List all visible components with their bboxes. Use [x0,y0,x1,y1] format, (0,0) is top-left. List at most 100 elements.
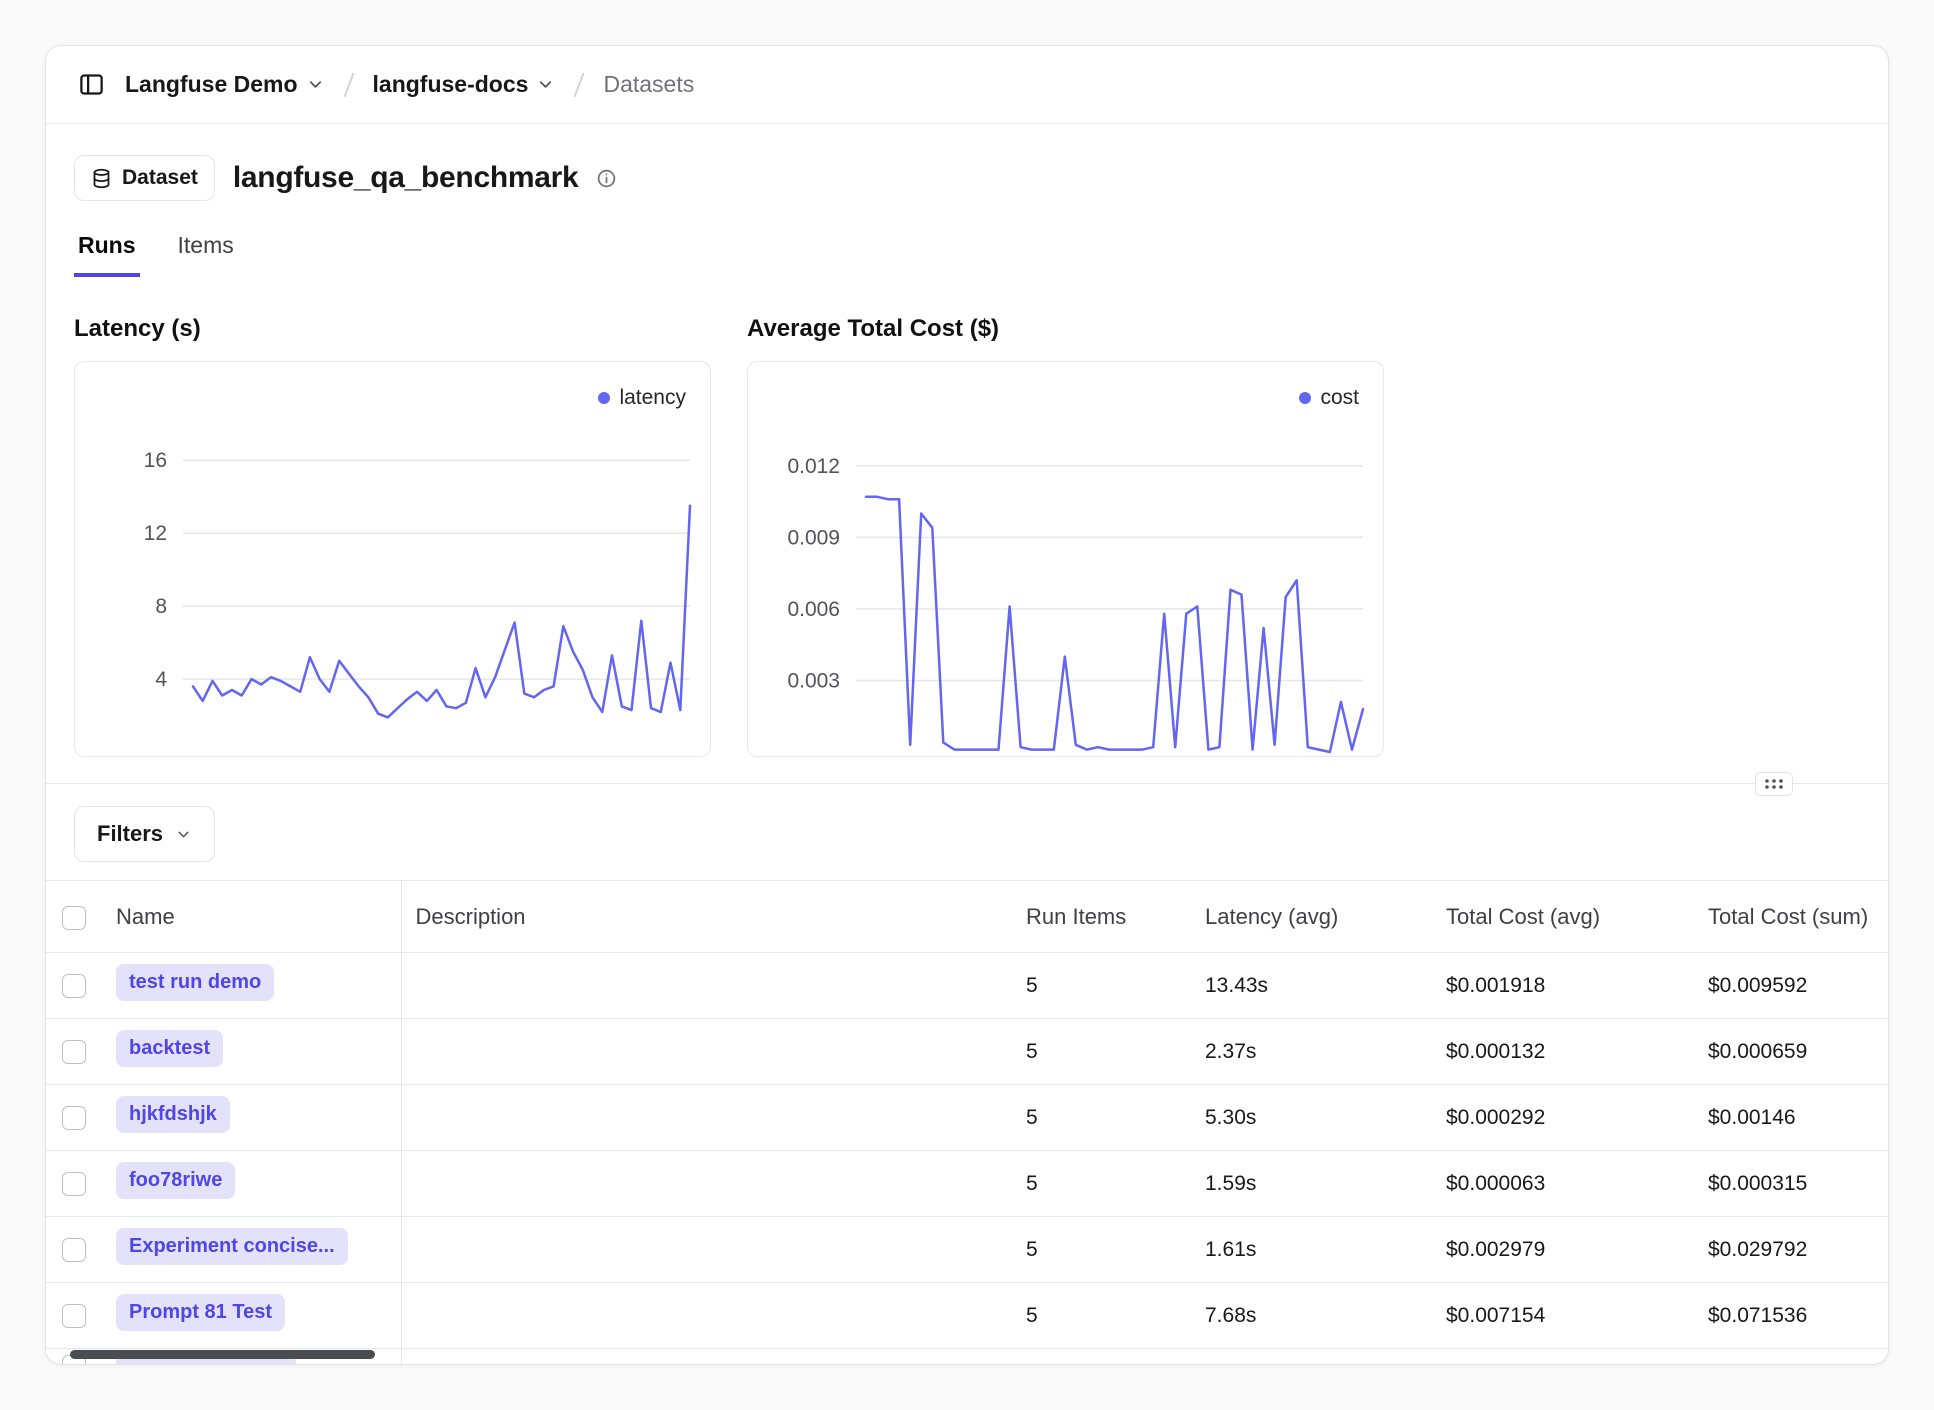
tab-items[interactable]: Items [174,232,238,277]
resize-handle[interactable] [1755,772,1793,796]
latency-legend: latency [598,386,686,410]
project-name: langfuse-docs [373,71,529,98]
cell-total-cost-sum [1694,1349,1888,1366]
horizontal-scrollbar[interactable] [70,1350,375,1359]
row-checkbox[interactable] [62,1106,86,1130]
cost-chart: cost 0.003 0.006 0.009 0.012 [747,361,1384,757]
database-icon [91,168,112,189]
row-checkbox[interactable] [62,1040,86,1064]
cell-description [401,1217,1012,1283]
charts-row: Latency (s) latency 481216 Average Total… [74,315,1860,757]
cell-total-cost-sum: $0.000659 [1694,1019,1888,1085]
table-row[interactable]: foo78riwe51.59s$0.000063$0.000315 [46,1151,1888,1217]
tab-runs[interactable]: Runs [74,232,140,277]
svg-text:4: 4 [155,668,167,691]
row-checkbox[interactable] [62,974,86,998]
cell-total-cost-avg: $0.002979 [1432,1217,1694,1283]
cell-description [401,1019,1012,1085]
col-header-latency-avg: Latency (avg) [1191,881,1432,953]
table-header-row: Name Description Run Items Latency (avg)… [46,881,1888,953]
filters-label: Filters [97,821,163,847]
svg-text:0.012: 0.012 [787,455,840,478]
project-selector[interactable]: langfuse-docs [373,71,556,98]
svg-text:0.006: 0.006 [787,598,840,621]
col-header-run-items: Run Items [1012,881,1191,953]
table-row[interactable]: test run demo513.43s$0.001918$0.009592 [46,953,1888,1019]
run-name-link[interactable]: Prompt 81 Test [116,1294,285,1331]
dataset-badge-label: Dataset [122,166,198,190]
cell-latency-avg [1191,1349,1432,1366]
page-background: Langfuse Demo langfuse-docs Datasets Dat… [0,0,1934,1410]
org-selector[interactable]: Langfuse Demo [125,71,325,98]
svg-text:0.003: 0.003 [787,670,840,693]
tab-bar: Runs Items [74,232,1860,277]
cell-total-cost-avg: $0.007154 [1432,1283,1694,1349]
svg-text:8: 8 [155,595,167,618]
cell-description [401,1085,1012,1151]
runs-table-body: test run demo513.43s$0.001918$0.009592ba… [46,953,1888,1366]
legend-label: latency [619,386,686,410]
table-row[interactable]: hjkfdshjk 55.30s$0.000292$0.00146 [46,1085,1888,1151]
svg-text:12: 12 [144,522,167,545]
cell-run-items: 5 [1012,953,1191,1019]
latency-chart: latency 481216 [74,361,711,757]
dataset-header: Dataset langfuse_qa_benchmark [74,150,1860,206]
grip-dots-icon [1763,777,1785,791]
filters-button[interactable]: Filters [74,806,215,862]
cell-latency-avg: 2.37s [1191,1019,1432,1085]
cell-description [401,1349,1012,1366]
svg-text:0.009: 0.009 [787,526,840,549]
table-row[interactable]: backtest52.37s$0.000132$0.000659 [46,1019,1888,1085]
run-name-link[interactable]: hjkfdshjk [116,1096,230,1133]
org-name: Langfuse Demo [125,71,298,98]
cell-total-cost-sum: $0.071536 [1694,1283,1888,1349]
dataset-type-badge: Dataset [74,155,215,201]
breadcrumb-section[interactable]: Datasets [603,71,694,98]
cell-total-cost-sum: $0.00146 [1694,1085,1888,1151]
cell-total-cost-avg: $0.001918 [1432,953,1694,1019]
cell-total-cost-avg: $0.000132 [1432,1019,1694,1085]
cell-total-cost-avg [1432,1349,1694,1366]
cell-total-cost-avg: $0.000292 [1432,1085,1694,1151]
cell-run-items: 5 [1012,1151,1191,1217]
run-name-link[interactable]: Experiment concise... [116,1228,348,1265]
breadcrumb-separator [571,70,587,100]
run-name-link[interactable]: backtest [116,1030,223,1067]
run-name-link[interactable]: test run demo [116,964,274,1001]
cell-total-cost-sum: $0.009592 [1694,953,1888,1019]
breadcrumb-separator [341,70,357,100]
dataset-window: Langfuse Demo langfuse-docs Datasets Dat… [45,45,1889,1365]
cell-description [401,953,1012,1019]
cell-latency-avg: 1.61s [1191,1217,1432,1283]
sidebar-toggle-button[interactable] [74,67,109,102]
col-header-total-cost-avg: Total Cost (avg) [1432,881,1694,953]
row-checkbox[interactable] [62,1172,86,1196]
cell-run-items [1012,1349,1191,1366]
cell-total-cost-sum: $0.000315 [1694,1151,1888,1217]
legend-label: cost [1320,386,1359,410]
select-all-checkbox[interactable] [62,906,86,930]
filters-row: Filters [46,806,1888,862]
cell-description [401,1151,1012,1217]
cost-legend: cost [1299,386,1359,410]
legend-dot-icon [598,392,610,404]
col-header-name: Name [106,881,401,953]
cell-total-cost-sum: $0.029792 [1694,1217,1888,1283]
table-row[interactable]: Prompt 81 Test57.68s$0.007154$0.071536 [46,1283,1888,1349]
info-icon[interactable] [596,168,617,189]
chevron-down-icon [536,75,555,94]
cell-latency-avg: 5.30s [1191,1085,1432,1151]
chevron-down-icon [306,75,325,94]
col-header-description: Description [401,881,1012,953]
col-header-total-cost-sum: Total Cost (sum) [1694,881,1888,953]
cost-chart-block: Average Total Cost ($) cost 0.003 0.006 0.… [747,315,1384,757]
row-checkbox[interactable] [62,1304,86,1328]
breadcrumb: Langfuse Demo langfuse-docs Datasets [46,46,1888,124]
cell-run-items: 5 [1012,1085,1191,1151]
cost-chart-title: Average Total Cost ($) [747,315,1384,343]
table-row[interactable]: Experiment concise...51.61s$0.002979$0.0… [46,1217,1888,1283]
run-name-link[interactable]: foo78riwe [116,1162,235,1199]
row-checkbox[interactable] [62,1238,86,1262]
latency-chart-block: Latency (s) latency 481216 [74,315,711,757]
latency-line-chart: 481216 [75,362,710,756]
